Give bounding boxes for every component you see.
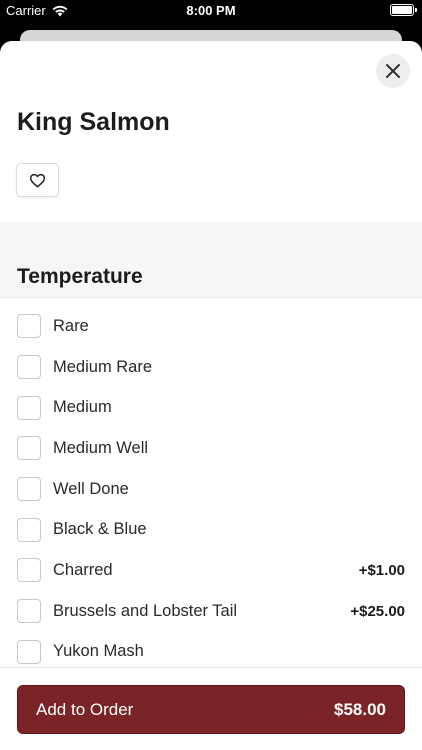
clock: 8:00 PM xyxy=(186,3,236,18)
option-row[interactable]: Black & Blue xyxy=(0,509,422,550)
status-bar: Carrier 8:00 PM xyxy=(0,0,422,22)
option-checkbox[interactable] xyxy=(17,558,41,583)
option-label: Rare xyxy=(53,316,89,335)
option-row[interactable]: Well Done xyxy=(0,469,422,510)
option-row[interactable]: Medium Rare xyxy=(0,347,422,388)
close-button[interactable] xyxy=(376,54,410,88)
item-title: King Salmon xyxy=(17,108,170,136)
section-title: Temperature xyxy=(17,265,143,288)
option-label: Brussels and Lobster Tail xyxy=(53,601,238,620)
option-label: Black & Blue xyxy=(53,520,147,539)
option-checkbox[interactable] xyxy=(17,517,41,542)
option-label: Charred xyxy=(53,560,113,579)
section-header: Temperature xyxy=(0,222,422,298)
favorite-button[interactable] xyxy=(16,163,59,197)
add-to-order-label: Add to Order xyxy=(36,699,134,719)
option-checkbox[interactable] xyxy=(17,599,41,624)
option-row[interactable]: Charred +$1.00 xyxy=(0,550,422,591)
option-checkbox[interactable] xyxy=(17,395,41,420)
option-row[interactable]: Medium xyxy=(0,387,422,428)
order-footer: Add to Order $58.00 xyxy=(0,667,422,750)
option-row[interactable]: Medium Well xyxy=(0,428,422,469)
option-label: Medium xyxy=(53,398,112,417)
option-label: Yukon Mash xyxy=(53,642,144,661)
option-checkbox[interactable] xyxy=(17,477,41,502)
options-list: Rare Medium Rare Medium Medium Well Well… xyxy=(0,306,422,672)
option-checkbox[interactable] xyxy=(17,355,41,380)
option-price: +$1.00 xyxy=(358,561,405,579)
battery-icon xyxy=(390,4,417,16)
option-checkbox[interactable] xyxy=(17,314,41,339)
option-checkbox[interactable] xyxy=(17,436,41,461)
heart-icon xyxy=(29,173,46,187)
add-to-order-button[interactable]: Add to Order $58.00 xyxy=(17,685,405,734)
option-row[interactable]: Rare xyxy=(0,306,422,347)
option-label: Medium Rare xyxy=(53,357,153,376)
order-total: $58.00 xyxy=(334,699,386,719)
item-sheet: King Salmon Temperature Rare Medium Rare… xyxy=(0,41,422,750)
option-checkbox[interactable] xyxy=(17,639,41,664)
option-price: +$25.00 xyxy=(350,602,405,620)
close-icon xyxy=(386,64,400,78)
option-label: Well Done xyxy=(53,479,129,498)
option-row[interactable]: Brussels and Lobster Tail +$25.00 xyxy=(0,591,422,632)
option-label: Medium Well xyxy=(53,438,149,457)
